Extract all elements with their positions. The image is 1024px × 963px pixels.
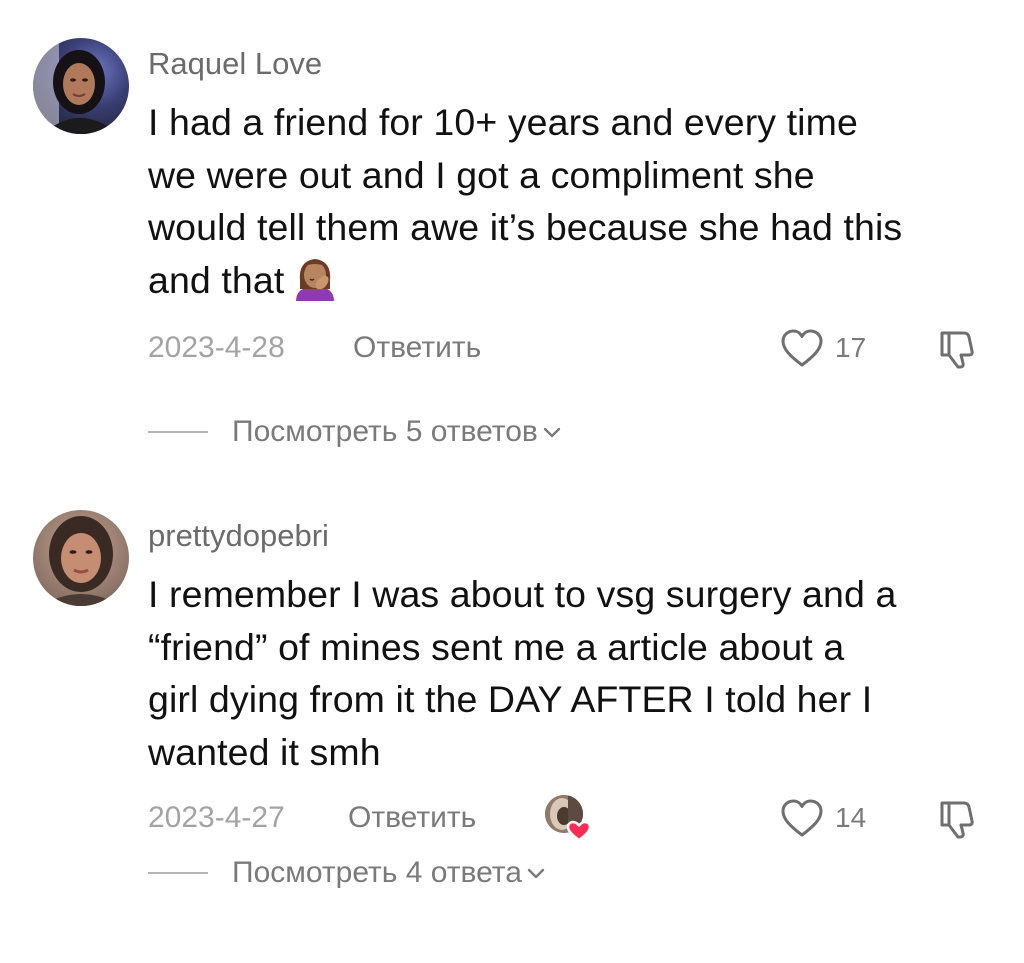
heart-outline-icon: [781, 799, 823, 837]
thumbs-down-outline-icon[interactable]: [936, 327, 980, 371]
avatar[interactable]: [33, 510, 129, 606]
comment-text: I had a friend for 10+ years and every t…: [148, 96, 1008, 314]
comment-text-line: I remember I was about to vsg surgery an…: [148, 573, 897, 615]
heart-outline-icon: [781, 329, 823, 367]
like-button[interactable]: 17: [780, 326, 880, 370]
comment-meta: 2023-4-28 Ответить 17: [148, 326, 1008, 370]
comment-text-line: would tell them awe it’s because she had…: [148, 206, 903, 248]
comment-username[interactable]: prettydopebri: [148, 516, 329, 556]
comment-text-line: I had a friend for 10+ years and every t…: [148, 101, 858, 143]
chevron-down-icon: [543, 427, 561, 438]
view-replies-label: Посмотреть 5 ответов: [232, 415, 538, 448]
comment-username[interactable]: Raquel Love: [148, 44, 322, 84]
face-palm-woman-emoji: [292, 255, 338, 315]
comment-meta: 2023-4-27 Ответить 14: [148, 795, 1008, 842]
view-replies-label: Посмотреть 4 ответа: [232, 856, 522, 889]
comment-text-line: and that: [148, 258, 285, 301]
like-button[interactable]: 14: [780, 796, 880, 840]
like-count: 14: [835, 802, 867, 833]
avatar[interactable]: [33, 38, 129, 134]
view-replies-button[interactable]: Посмотреть 4 ответа: [148, 851, 748, 895]
divider: [148, 872, 208, 874]
comment-date: 2023-4-27: [148, 801, 285, 834]
reply-button[interactable]: Ответить: [353, 328, 481, 368]
thumbs-down-outline-icon[interactable]: [936, 797, 980, 841]
comment-text: I remember I was about to vsg surgery an…: [148, 568, 1008, 778]
comment-text-last-line: and that: [148, 254, 1008, 315]
view-replies-text: Посмотреть 4 ответа: [232, 853, 546, 893]
reply-button[interactable]: Ответить: [348, 798, 476, 838]
view-replies-text: Посмотреть 5 ответов: [232, 412, 562, 452]
chevron-down-icon: [527, 868, 545, 879]
divider: [148, 431, 208, 433]
comment-text-line: girl dying from it the DAY AFTER I told …: [148, 678, 873, 720]
comment-date: 2023-4-28: [148, 331, 285, 364]
comment-text-line: “friend” of mines sent me a article abou…: [148, 625, 845, 668]
comment-text-line: wanted it smh: [148, 730, 381, 773]
like-count: 17: [835, 332, 867, 363]
view-replies-button[interactable]: Посмотреть 5 ответов: [148, 410, 748, 454]
comment-text-line: we were out and I got a compliment she: [148, 153, 815, 196]
creator-liked-heart-icon: [545, 795, 592, 842]
